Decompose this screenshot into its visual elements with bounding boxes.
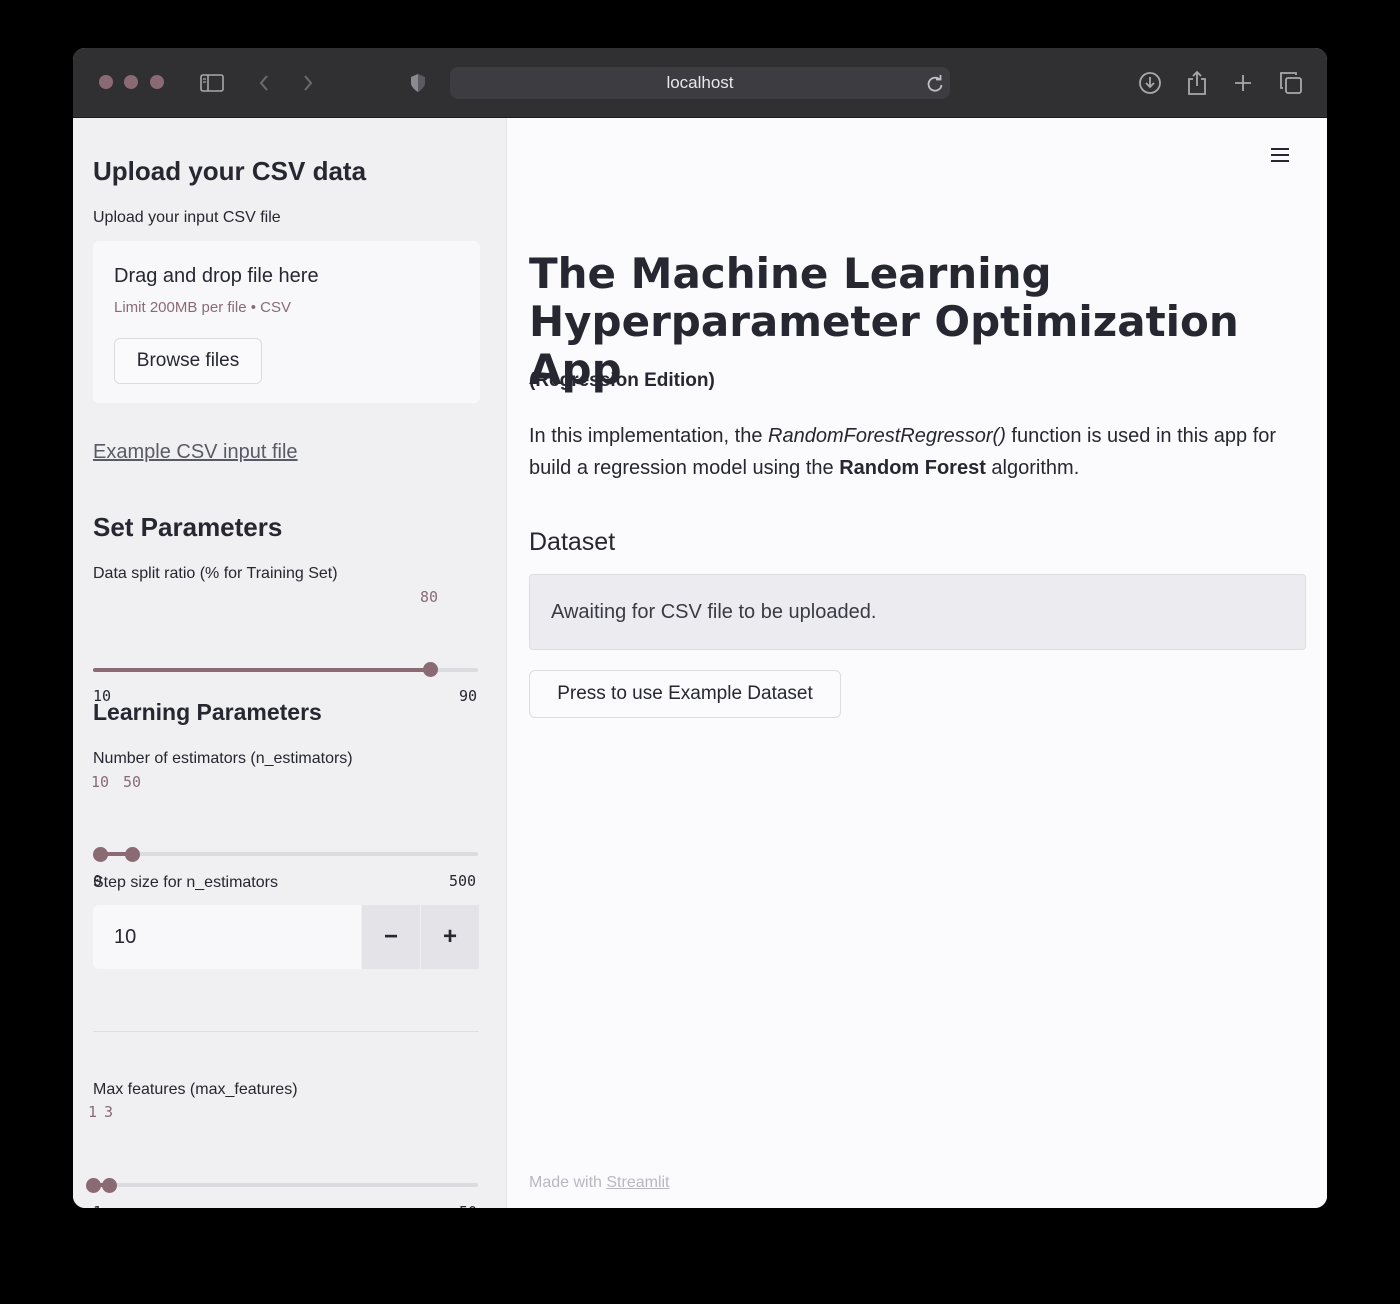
split-slider-max: 90 — [459, 687, 478, 705]
dropzone-title: Drag and drop file here — [114, 265, 319, 287]
estimators-slider-high-value: 50 — [123, 773, 142, 791]
step-size-label: Step size for n_estimators — [93, 874, 278, 891]
browse-files-button[interactable]: Browse files — [114, 338, 262, 384]
learning-parameters-heading: Learning Parameters — [93, 699, 322, 725]
split-slider-value: 80 — [420, 588, 439, 606]
split-slider-track[interactable] — [93, 668, 478, 672]
dataset-heading: Dataset — [529, 528, 616, 556]
close-window-button[interactable] — [99, 75, 113, 89]
browser-toolbar: localhost — [73, 48, 1327, 118]
main-content: The Machine Learning Hyperparameter Opti… — [507, 118, 1327, 1208]
step-size-input[interactable]: 10 — [93, 905, 361, 969]
max-features-slider-track[interactable] — [93, 1183, 478, 1187]
step-decrement-button[interactable]: − — [362, 905, 420, 969]
step-size-stepper: 10 − + — [93, 905, 479, 969]
share-icon[interactable] — [1182, 68, 1212, 98]
upload-info-box: Awaiting for CSV file to be uploaded. — [529, 574, 1306, 650]
back-icon[interactable] — [249, 68, 279, 98]
intro-algorithm-name: Random Forest — [839, 457, 986, 479]
reload-icon[interactable] — [925, 74, 945, 94]
example-csv-link[interactable]: Example CSV input file — [93, 441, 298, 464]
max-features-slider-low-thumb[interactable] — [86, 1178, 101, 1193]
footer-prefix: Made with — [529, 1174, 607, 1191]
max-features-slider-high-value: 3 — [104, 1103, 114, 1121]
sidebar: Upload your CSV data Upload your input C… — [73, 118, 507, 1208]
intro-text-1: In this implementation, the — [529, 425, 769, 447]
edition-subtitle: (Regression Edition) — [529, 370, 715, 391]
max-features-slider-low-value: 1 — [88, 1103, 98, 1121]
estimators-slider-label: Number of estimators (n_estimators) — [93, 750, 353, 767]
forward-icon[interactable] — [293, 68, 323, 98]
estimators-slider-low-thumb[interactable] — [93, 847, 108, 862]
set-parameters-heading: Set Parameters — [93, 512, 283, 542]
sidebar-divider — [93, 1031, 479, 1032]
split-slider-fill — [93, 668, 431, 672]
intro-function-name: RandomForestRegressor() — [768, 425, 1006, 447]
split-slider-thumb[interactable] — [423, 662, 438, 677]
max-features-slider-max: 50 — [459, 1203, 477, 1208]
estimators-slider-low-value: 10 — [91, 773, 110, 791]
estimators-slider-track[interactable] — [93, 852, 478, 856]
split-slider-label: Data split ratio (% for Training Set) — [93, 565, 338, 582]
streamlit-link[interactable]: Streamlit — [606, 1174, 669, 1191]
address-bar[interactable]: localhost — [450, 67, 950, 99]
shield-icon[interactable] — [403, 68, 433, 98]
minimize-window-button[interactable] — [124, 75, 138, 89]
dropzone-limit: Limit 200MB per file • CSV — [114, 299, 291, 316]
file-dropzone[interactable]: Drag and drop file here Limit 200MB per … — [93, 241, 480, 403]
estimators-slider-max: 500 — [449, 872, 477, 890]
intro-paragraph: In this implementation, the RandomForest… — [529, 420, 1319, 484]
intro-text-3: algorithm. — [985, 457, 1080, 479]
url-text: localhost — [666, 73, 734, 92]
tabs-overview-icon[interactable] — [1276, 68, 1306, 98]
hamburger-menu-icon[interactable] — [1269, 145, 1291, 165]
sidebar-toggle-icon[interactable] — [197, 68, 227, 98]
max-features-slider-min: 1 — [93, 1203, 102, 1208]
upload-info-text: Awaiting for CSV file to be uploaded. — [551, 600, 877, 623]
upload-heading: Upload your CSV data — [93, 156, 367, 186]
upload-label: Upload your input CSV file — [93, 209, 281, 226]
footer: Made with Streamlit — [529, 1174, 670, 1192]
download-icon[interactable] — [1135, 68, 1165, 98]
new-tab-icon[interactable] — [1228, 68, 1258, 98]
step-increment-button[interactable]: + — [421, 905, 479, 969]
zoom-window-button[interactable] — [150, 75, 164, 89]
max-features-slider-label: Max features (max_features) — [93, 1081, 298, 1098]
use-example-dataset-button[interactable]: Press to use Example Dataset — [529, 670, 841, 718]
estimators-slider-high-thumb[interactable] — [125, 847, 140, 862]
max-features-slider-high-thumb[interactable] — [102, 1178, 117, 1193]
browser-window: localhost Upload your CSV data Upload yo… — [73, 48, 1327, 1208]
